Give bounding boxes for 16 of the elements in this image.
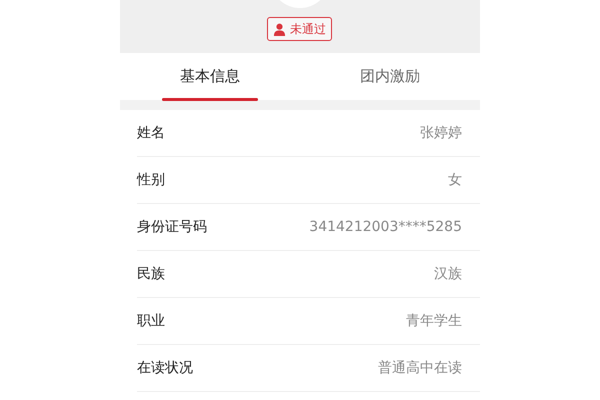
field-label: 职业 bbox=[137, 312, 165, 330]
person-icon bbox=[273, 22, 286, 36]
field-label: 民族 bbox=[137, 264, 165, 284]
field-label: 姓名 bbox=[137, 124, 165, 142]
field-value: 汉族 bbox=[434, 264, 462, 284]
field-value: 普通高中在读 bbox=[378, 358, 462, 378]
field-value: 张婷婷 bbox=[420, 124, 462, 142]
tab[interactable]: 团内激励 bbox=[300, 53, 480, 100]
status-badge: 未通过 bbox=[267, 17, 332, 41]
field-label: 身份证号码 bbox=[137, 218, 207, 236]
field-value: 青年学生 bbox=[406, 312, 462, 330]
field-label: 在读状况 bbox=[137, 358, 193, 378]
field-label: 性别 bbox=[137, 170, 165, 190]
tab[interactable]: 基本信息 bbox=[120, 53, 300, 100]
field-value: 3414212003****5285 bbox=[309, 218, 462, 236]
field-value: 女 bbox=[448, 170, 462, 190]
